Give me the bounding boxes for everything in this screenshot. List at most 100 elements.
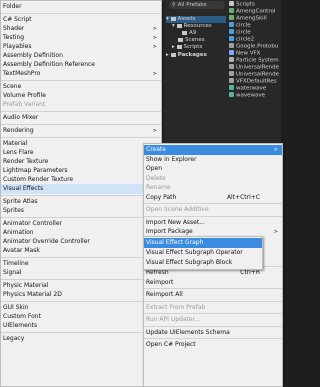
asset-item-label: circle [236,22,251,29]
menu-item-label: Open [146,165,163,172]
create-menu-item-prefab-variant[interactable]: Prefab Variant [1,100,161,110]
asset-item[interactable]: circle [229,22,251,29]
menu-separator [1,124,161,125]
menu-item-label: Material [3,140,28,147]
menu-separator [144,300,282,302]
vfx-menu-item-visual-effect-graph[interactable]: Visual Effect Graph [144,238,262,248]
asset-item-label: AmengControl [236,8,276,15]
context-menu-item-extract-from-prefab[interactable]: Extract From Prefab [144,303,282,313]
asset-item[interactable]: UniversalRende [229,71,279,78]
settings-icon [229,64,234,69]
menu-item-label: Playables [3,43,32,50]
menu-separator [1,332,161,333]
context-menu-item-delete[interactable]: Delete [144,174,282,184]
asset-item[interactable]: Particle System [229,57,279,64]
create-menu-item-textmeshpro[interactable]: TextMeshPro > [1,69,161,79]
asset-item-label: wavewave [236,92,266,99]
menu-separator [144,215,282,217]
menu-separator [1,13,161,14]
asset-item[interactable]: VFXDefaultRes [229,78,277,85]
script-icon [229,15,234,20]
create-menu-item-signal[interactable]: Signal [1,268,161,278]
menu-item-label: Run API Updater... [146,316,201,323]
asset-item[interactable]: Scripts [229,1,255,8]
expand-arrow-icon[interactable]: ▾ [172,23,175,29]
create-menu-item-sprites[interactable]: Sprites> [1,206,161,216]
asset-item[interactable]: waterwave [229,85,266,92]
menu-item-label: Shader [3,25,25,32]
tree-item-scenes[interactable]: Scenes [178,37,205,44]
expand-arrow-icon[interactable]: ▸ [166,52,169,58]
asset-item-label: waterwave [236,85,267,92]
tree-item-packages[interactable]: ▸ Packages [166,52,207,59]
expand-arrow-icon[interactable]: ▾ [166,16,169,22]
asset-item[interactable]: New VFX [229,50,260,57]
asset-item[interactable]: wavewave [229,92,265,99]
context-menu-item-import-new-asset[interactable]: Import New Asset... [144,218,282,228]
menu-item-label: Signal [3,269,22,276]
asset-item[interactable]: Google.Protobu [229,43,278,50]
create-menu-item-folder[interactable]: Folder [1,2,161,12]
search-placeholder: All Prefabs [177,2,207,8]
menu-item-label: Open Scene Additive [146,206,209,213]
context-menu-item-rename[interactable]: Rename [144,183,282,193]
submenu-arrow-icon: > [152,128,157,134]
menu-item-label: Visual Effect Subgraph Block [146,259,233,266]
context-menu-item-open[interactable]: Open [144,164,282,174]
shader-icon [229,92,234,97]
context-menu-item-reimport[interactable]: Reimport [144,278,282,288]
asset-item-label: Particle System [236,57,279,64]
create-menu-item-rendering[interactable]: Rendering > [1,126,161,136]
submenu-arrow-icon: > [273,147,278,153]
menu-item-shortcut: Alt+Ctrl+C [226,193,260,201]
visual-effects-submenu: Visual Effect Graph Visual Effect Subgrap… [143,236,263,270]
tree-item-a9[interactable]: A9 [182,30,196,37]
context-menu-item-create[interactable]: Create > [144,145,282,155]
menu-separator [1,257,161,258]
vfx-menu-item-visual-effect-subgraph-operator[interactable]: Visual Effect Subgraph Operator [144,248,262,258]
menu-item-label: Open C# Project [146,341,196,348]
asset-item-label: VFXDefaultRes [236,78,277,85]
menu-item-label: Animator Controller [3,220,63,227]
asset-item[interactable]: AmengControl [229,8,275,15]
asset-item[interactable]: circle [229,29,251,36]
menu-separator [1,137,161,138]
menu-item-label: Rename [146,184,171,191]
expand-arrow-icon[interactable]: ▸ [172,44,175,50]
submenu-arrow-icon: > [152,71,157,77]
asset-item[interactable]: AmengSkill [229,15,267,22]
tree-item-resources[interactable]: ▾ Resources [172,23,212,30]
create-menu-item-legacy[interactable]: Legacy> [1,334,161,344]
context-menu-item-copy-path[interactable]: Copy Path Alt+Ctrl+C [144,193,282,203]
context-menu-item-open-scene-additive[interactable]: Open Scene Additive [144,205,282,215]
menu-item-label: Sprites [3,207,24,214]
asset-item[interactable]: circle2 [229,36,254,43]
create-menu-item-avatar-mask[interactable]: Avatar Mask [1,246,161,256]
settings-icon [229,71,234,76]
tree-item-scripts[interactable]: ▸ Scripts [172,44,202,51]
asset-item-label: AmengSkill [236,15,267,22]
context-menu-item-reimport-all[interactable]: Reimport All [144,290,282,300]
menu-item-label: Timeline [3,260,29,267]
menu-item-label: Create [146,146,166,153]
context-menu-item-run-api-updater[interactable]: Run API Updater... [144,315,282,325]
menu-item-label: Avatar Mask [3,247,40,254]
create-menu-item-physics-material-2d[interactable]: Physics Material 2D [1,290,161,300]
create-menu-item-uielements[interactable]: UIElements> [1,321,161,331]
search-input[interactable]: ⚲ All Prefabs [169,1,225,9]
folder-icon [178,37,183,42]
folder-icon [170,16,176,21]
create-menu-item-audio-mixer[interactable]: Audio Mixer [1,113,161,123]
asset-list: ScenesScriptsAmengControlAmengSkillcircl… [227,0,281,112]
asset-item[interactable]: UniversalRende [229,64,279,71]
menu-item-label: UIElements [3,322,38,329]
context-menu-item-show-in-explorer[interactable]: Show in Explorer [144,155,282,165]
context-menu-item-update-uielements-schema[interactable]: Update UIElements Schema [144,328,282,338]
asset-item-label: UniversalRende [236,64,280,71]
vfx-menu-item-visual-effect-subgraph-block[interactable]: Visual Effect Subgraph Block [144,258,262,268]
context-menu-item-open-c-project[interactable]: Open C# Project [144,340,282,350]
menu-separator [144,325,282,327]
dll-icon [229,43,234,48]
tree-item-assets[interactable]: ▾ Assets [166,16,226,23]
create-menu-item-visual-effects[interactable]: Visual Effects> [1,184,161,194]
